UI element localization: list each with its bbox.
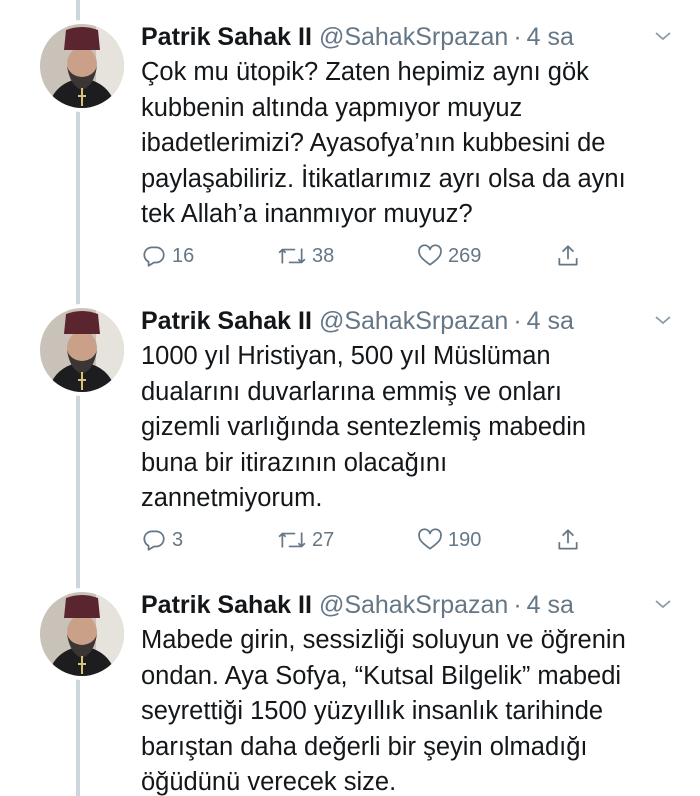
reply-count: 3 [172,528,184,551]
author-name[interactable]: Patrik Sahak II [141,23,312,52]
reply-icon [143,246,165,267]
timestamp[interactable]: 4 sa [527,591,574,620]
share-button[interactable] [555,523,586,557]
tweet-header: Patrik Sahak II @SahakSrpazan · 4 sa [141,304,681,338]
retweet-count: 38 [312,244,335,267]
reply-button[interactable]: 16 [141,239,194,273]
tweet-text: Çok mu ütopik? Zaten hepimiz aynı gök ku… [141,58,626,228]
retweet-icon [278,248,306,264]
retweet-button[interactable]: 27 [277,523,334,557]
reply-button[interactable]: 3 [141,523,183,557]
share-icon [558,529,578,550]
like-button[interactable]: 190 [417,523,481,557]
tweet-header: Patrik Sahak II @SahakSrpazan · 4 sa [141,20,681,54]
separator-dot: · [513,590,522,619]
retweet-icon [278,532,306,548]
avatar[interactable] [36,20,128,112]
share-icon [558,245,578,266]
separator-dot: · [513,22,522,51]
share-button[interactable] [555,239,586,273]
tweet-text: 1000 yıl Hristiyan, 500 yıl Müslüman dua… [141,342,587,512]
like-count: 190 [448,528,482,551]
tweet-text: Mabede girin, sessizliği soluyun ve öğre… [141,626,626,796]
reply-icon [143,530,165,551]
avatar[interactable] [36,588,128,680]
reply-count: 16 [172,244,195,267]
chevron-down-icon[interactable] [651,24,675,48]
tweet-header: Patrik Sahak II @SahakSrpazan · 4 sa [141,588,681,622]
timestamp[interactable]: 4 sa [527,23,574,52]
retweet-count: 27 [312,528,335,551]
author-handle[interactable]: @SahakSrpazan [319,23,508,52]
like-icon [418,244,442,266]
author-name[interactable]: Patrik Sahak II [141,307,312,336]
timestamp[interactable]: 4 sa [527,307,574,336]
tweet-actions: 16 38 269 [141,239,601,273]
separator-dot: · [513,306,522,335]
retweet-button[interactable]: 38 [277,239,334,273]
author-handle[interactable]: @SahakSrpazan [319,591,508,620]
author-handle[interactable]: @SahakSrpazan [319,307,508,336]
chevron-down-icon[interactable] [651,308,675,332]
author-name[interactable]: Patrik Sahak II [141,591,312,620]
like-button[interactable]: 269 [417,239,481,273]
tweet-actions: 3 27 190 [141,523,601,557]
like-icon [418,528,442,550]
avatar[interactable] [36,304,128,396]
chevron-down-icon[interactable] [651,592,675,616]
like-count: 269 [448,244,482,267]
